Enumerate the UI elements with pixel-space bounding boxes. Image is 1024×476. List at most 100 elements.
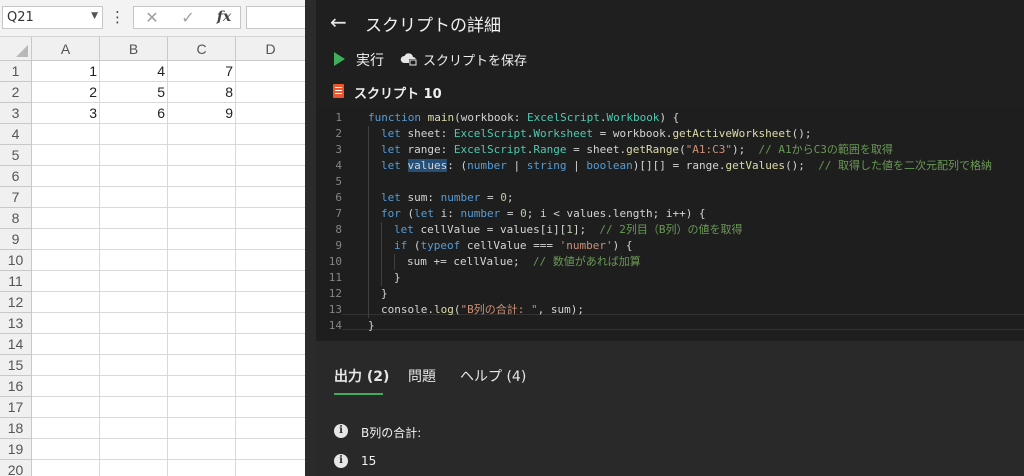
cell[interactable]: 2 — [32, 82, 100, 103]
row-header[interactable]: 16 — [0, 376, 32, 397]
tab-help[interactable]: ヘルプ (4) — [460, 366, 526, 386]
column-header[interactable]: B — [100, 37, 168, 61]
cell[interactable] — [236, 166, 305, 187]
cell[interactable]: 9 — [168, 103, 236, 124]
cell[interactable] — [236, 271, 305, 292]
name-box[interactable]: Q21 ▼ — [2, 6, 103, 29]
cell[interactable] — [100, 124, 168, 145]
cell[interactable] — [236, 439, 305, 460]
cell[interactable] — [168, 460, 236, 476]
row-header[interactable]: 7 — [0, 187, 32, 208]
cell[interactable] — [32, 292, 100, 313]
cell[interactable] — [236, 208, 305, 229]
back-arrow-icon[interactable]: ← — [330, 10, 347, 34]
cell[interactable] — [32, 145, 100, 166]
row-header[interactable]: 6 — [0, 166, 32, 187]
cell[interactable] — [236, 376, 305, 397]
cell[interactable] — [32, 397, 100, 418]
tab-problems[interactable]: 問題 — [408, 366, 436, 386]
column-header[interactable]: C — [168, 37, 236, 61]
cell[interactable] — [100, 460, 168, 476]
cell[interactable] — [236, 418, 305, 439]
cell[interactable]: 5 — [100, 82, 168, 103]
cell[interactable] — [32, 376, 100, 397]
cell[interactable] — [100, 271, 168, 292]
cell[interactable]: 3 — [32, 103, 100, 124]
cell[interactable] — [32, 313, 100, 334]
cell[interactable] — [236, 355, 305, 376]
row-header[interactable]: 10 — [0, 250, 32, 271]
row-header[interactable]: 19 — [0, 439, 32, 460]
row-header[interactable]: 20 — [0, 460, 32, 476]
formula-input[interactable] — [246, 6, 305, 29]
cell[interactable] — [100, 439, 168, 460]
cell[interactable] — [32, 124, 100, 145]
cell[interactable] — [100, 229, 168, 250]
cell[interactable] — [236, 313, 305, 334]
cell[interactable] — [168, 397, 236, 418]
select-all-corner[interactable] — [0, 37, 32, 61]
cell[interactable] — [168, 271, 236, 292]
row-header[interactable]: 4 — [0, 124, 32, 145]
cell[interactable] — [32, 334, 100, 355]
cell[interactable] — [168, 208, 236, 229]
cell[interactable] — [100, 376, 168, 397]
cell[interactable] — [236, 397, 305, 418]
cell[interactable] — [168, 418, 236, 439]
cell[interactable] — [236, 61, 305, 82]
cell[interactable] — [168, 166, 236, 187]
row-header[interactable]: 3 — [0, 103, 32, 124]
cell[interactable] — [168, 145, 236, 166]
cell[interactable] — [236, 103, 305, 124]
more-icon[interactable]: ⋮ — [110, 8, 125, 26]
cell[interactable] — [100, 250, 168, 271]
cell[interactable] — [236, 187, 305, 208]
cell[interactable] — [236, 82, 305, 103]
cell[interactable] — [168, 313, 236, 334]
tab-output[interactable]: 出力 (2) — [334, 366, 389, 386]
cell[interactable] — [100, 208, 168, 229]
cell[interactable] — [236, 292, 305, 313]
row-header[interactable]: 1 — [0, 61, 32, 82]
row-header[interactable]: 11 — [0, 271, 32, 292]
cell[interactable]: 8 — [168, 82, 236, 103]
cell[interactable] — [168, 292, 236, 313]
cell[interactable] — [168, 334, 236, 355]
row-header[interactable]: 15 — [0, 355, 32, 376]
row-header[interactable]: 14 — [0, 334, 32, 355]
cell[interactable] — [100, 145, 168, 166]
row-header[interactable]: 5 — [0, 145, 32, 166]
cancel-icon[interactable]: ✕ — [134, 7, 170, 28]
cell[interactable] — [32, 250, 100, 271]
code-editor[interactable]: 1 function main(workbook: ExcelScript.Wor… — [316, 108, 1024, 341]
cell[interactable] — [236, 229, 305, 250]
row-header[interactable]: 17 — [0, 397, 32, 418]
cell[interactable] — [168, 439, 236, 460]
cell[interactable] — [236, 460, 305, 476]
pane-divider[interactable] — [305, 0, 316, 476]
cell[interactable]: 6 — [100, 103, 168, 124]
cell[interactable] — [236, 250, 305, 271]
cell[interactable] — [32, 460, 100, 476]
cell[interactable] — [168, 229, 236, 250]
column-header[interactable]: A — [32, 37, 100, 61]
cell[interactable] — [168, 250, 236, 271]
save-script-button[interactable]: スクリプトを保存 — [423, 50, 527, 69]
cell[interactable] — [100, 418, 168, 439]
column-header[interactable]: D — [236, 37, 305, 61]
row-header[interactable]: 18 — [0, 418, 32, 439]
cell[interactable] — [100, 334, 168, 355]
cell[interactable] — [32, 229, 100, 250]
cell[interactable]: 1 — [32, 61, 100, 82]
cell[interactable] — [100, 313, 168, 334]
row-header[interactable]: 12 — [0, 292, 32, 313]
save-cloud-icon[interactable] — [400, 51, 418, 67]
cell[interactable]: 4 — [100, 61, 168, 82]
cell[interactable] — [168, 376, 236, 397]
row-header[interactable]: 8 — [0, 208, 32, 229]
row-header[interactable]: 9 — [0, 229, 32, 250]
cell[interactable] — [32, 187, 100, 208]
cell[interactable] — [32, 418, 100, 439]
cell[interactable] — [32, 355, 100, 376]
cell[interactable] — [168, 187, 236, 208]
